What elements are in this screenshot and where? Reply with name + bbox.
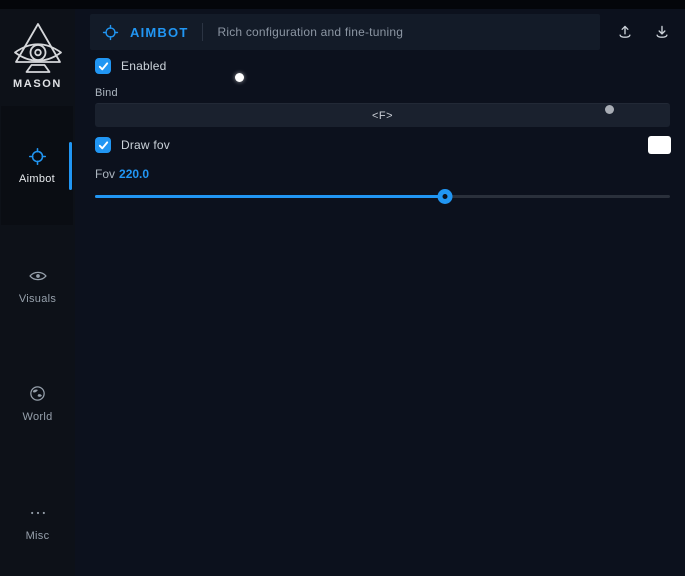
eye-icon — [28, 266, 48, 286]
fov-value: 220.0 — [119, 167, 149, 181]
sidebar-item-misc[interactable]: Misc — [0, 496, 75, 548]
upload-config-button[interactable] — [615, 22, 635, 42]
window-top-strip — [0, 0, 685, 9]
crosshair-icon — [102, 24, 119, 41]
enabled-row: Enabled — [95, 58, 166, 74]
ellipsis-icon — [28, 503, 48, 523]
crosshair-icon — [28, 146, 47, 166]
enabled-label: Enabled — [121, 59, 166, 73]
draw-fov-row: Draw fov — [95, 137, 170, 153]
checkmark-icon — [98, 61, 109, 72]
sidebar-item-visuals[interactable]: Visuals — [0, 259, 75, 311]
sidebar-item-world[interactable]: World — [0, 377, 75, 429]
sidebar-item-label: World — [22, 411, 52, 423]
section-subtitle: Rich configuration and fine-tuning — [217, 25, 403, 39]
enabled-checkbox[interactable] — [95, 58, 111, 74]
fov-slider-fill — [95, 195, 445, 198]
sidebar-item-label: Visuals — [19, 293, 56, 305]
bind-key-input[interactable]: <F> — [95, 103, 670, 127]
logo-wordmark: MASON — [0, 78, 75, 90]
fov-slider-handle[interactable] — [438, 189, 453, 204]
checkmark-icon — [98, 140, 109, 151]
cursor-dot — [605, 105, 614, 114]
eye-pyramid-logo-icon — [0, 21, 75, 75]
fov-label: Fov — [95, 167, 115, 181]
fov-color-swatch[interactable] — [648, 136, 671, 154]
bind-label: Bind — [95, 87, 118, 99]
sidebar-item-label: Misc — [26, 530, 50, 542]
section-header: AIMBOT Rich configuration and fine-tunin… — [90, 14, 600, 50]
fov-slider[interactable] — [95, 188, 670, 204]
cursor-dot — [235, 73, 244, 82]
header-divider — [202, 23, 203, 41]
fov-value-line: Fov 220.0 — [95, 167, 149, 181]
section-title: AIMBOT — [130, 25, 188, 40]
active-indicator-bar — [69, 142, 72, 190]
sidebar-item-aimbot[interactable]: Aimbot — [1, 106, 73, 225]
draw-fov-checkbox[interactable] — [95, 137, 111, 153]
mason-logo: MASON — [0, 21, 75, 90]
draw-fov-label: Draw fov — [121, 138, 170, 152]
config-actions — [615, 14, 672, 50]
globe-icon — [28, 384, 47, 404]
mason-app-window: MASON Aimbot Visuals — [0, 0, 685, 576]
sidebar: MASON Aimbot Visuals — [0, 9, 75, 576]
bind-key-value: <F> — [372, 110, 393, 122]
download-config-button[interactable] — [652, 22, 672, 42]
sidebar-item-label: Aimbot — [19, 173, 55, 185]
main-content: AIMBOT Rich configuration and fine-tunin… — [75, 9, 685, 576]
